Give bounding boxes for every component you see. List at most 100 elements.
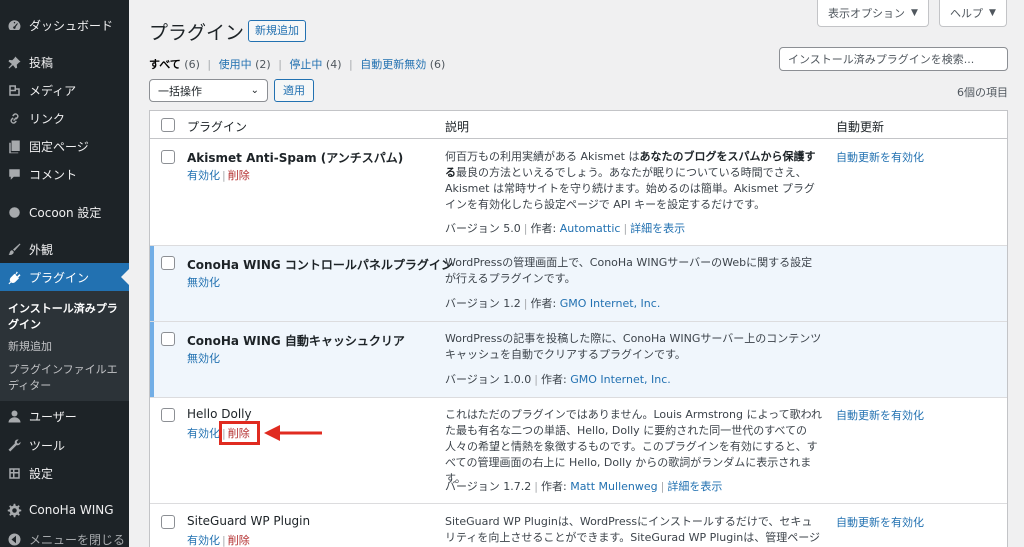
apply-button[interactable]: 適用 — [274, 79, 314, 102]
row-checkbox[interactable] — [161, 332, 175, 346]
description-text: 最良の方法といえるでしょう。あなたが眠りについている時間でさえ、Akismet … — [445, 166, 815, 211]
row-checkbox[interactable] — [161, 150, 175, 164]
activate-link[interactable]: 有効化 — [187, 534, 220, 547]
caret-down-icon: ▼ — [911, 8, 918, 18]
submenu-plugin-editor[interactable]: プラグインファイルエディター — [8, 362, 124, 394]
plugins-table: プラグイン 説明 自動更新 Akismet Anti-Spam (アンチスパム)… — [149, 110, 1008, 547]
plugin-description: WordPressの記事を投稿した際に、ConoHa WINGサーバー上のコンテ… — [445, 332, 822, 361]
pin-icon — [6, 54, 22, 70]
row-checkbox[interactable] — [161, 515, 175, 529]
menu-appearance[interactable]: 外観 — [0, 235, 129, 263]
details-link[interactable]: 詳細を表示 — [630, 222, 685, 235]
menu-label: Cocoon 設定 — [29, 205, 102, 220]
add-new-button[interactable]: 新規追加 — [248, 20, 306, 42]
settings-icon — [6, 465, 22, 481]
menu-label: 投稿 — [29, 55, 54, 70]
admin-sidebar: ダッシュボード 投稿 メディア リンク 固定ページ コメント Cocoon 設定… — [0, 0, 129, 547]
menu-label: メディア — [29, 83, 77, 98]
separator: | — [523, 222, 528, 235]
deactivate-link[interactable]: 無効化 — [187, 352, 220, 365]
wrench-icon — [6, 437, 22, 453]
details-link[interactable]: 詳細を表示 — [667, 480, 722, 493]
author-label: 作者: — [530, 222, 557, 235]
help-button[interactable]: ヘルプ ▼ — [939, 0, 1007, 27]
menu-settings[interactable]: 設定 — [0, 459, 129, 487]
menu-label: リンク — [29, 111, 66, 126]
separator: | — [222, 169, 226, 182]
table-header: プラグイン 説明 自動更新 — [150, 111, 1007, 139]
collapse-icon — [6, 531, 22, 547]
author-label: 作者: — [540, 373, 567, 386]
deactivate-link[interactable]: 無効化 — [187, 276, 220, 289]
user-icon — [6, 408, 22, 424]
row-actions: 無効化 — [187, 350, 220, 366]
separator: | — [623, 222, 628, 235]
menu-comments[interactable]: コメント — [0, 160, 129, 188]
submenu-installed-plugins[interactable]: インストール済みプラグイン — [8, 301, 124, 333]
menu-posts[interactable]: 投稿 — [0, 48, 129, 76]
bulk-action-select[interactable]: 一括操作 ⌄ — [149, 79, 268, 102]
filter-all[interactable]: すべて — [149, 58, 181, 71]
menu-label: ユーザー — [29, 409, 77, 424]
plugin-version: バージョン 1.2 — [445, 297, 521, 310]
plugin-name: Akismet Anti-Spam (アンチスパム) — [187, 151, 404, 165]
plugin-search-input[interactable] — [779, 47, 1008, 71]
activate-link[interactable]: 有効化 — [187, 427, 220, 440]
table-row: ConoHa WING コントロールパネルプラグイン 無効化 WordPress… — [150, 246, 1007, 322]
filter-active-count: (2) — [255, 58, 271, 71]
menu-media[interactable]: メディア — [0, 76, 129, 104]
menu-links[interactable]: リンク — [0, 104, 129, 132]
row-checkbox[interactable] — [161, 256, 175, 270]
separator: | — [534, 480, 538, 493]
row-checkbox[interactable] — [161, 408, 175, 422]
filter-inactive[interactable]: 停止中 — [289, 58, 322, 71]
enable-auto-update-link[interactable]: 自動更新を有効化 — [836, 407, 924, 423]
author-label: 作者: — [540, 480, 567, 493]
plugin-meta: バージョン 1.7.2 | 作者: Matt Mullenweg | 詳細を表示 — [445, 478, 722, 494]
row-actions: 有効化 | 削除 — [187, 532, 250, 547]
screen-options-button[interactable]: 表示オプション ▼ — [817, 0, 929, 27]
column-description: 説明 — [445, 120, 470, 134]
brush-icon — [6, 241, 22, 257]
menu-label: コメント — [29, 167, 78, 182]
plugin-meta: バージョン 5.0 | 作者: Automattic | 詳細を表示 — [445, 220, 685, 236]
select-all-checkbox[interactable] — [161, 118, 175, 132]
submenu-add-new[interactable]: 新規追加 — [8, 339, 124, 355]
comment-icon — [6, 166, 22, 182]
plugins-submenu: インストール済みプラグイン 新規追加 プラグインファイルエディター — [0, 291, 129, 401]
menu-users[interactable]: ユーザー — [0, 402, 129, 430]
separator: | — [349, 58, 353, 71]
menu-dashboard[interactable]: ダッシュボード — [0, 11, 129, 39]
menu-label: 設定 — [29, 466, 54, 481]
menu-label: 固定ページ — [29, 139, 89, 154]
delete-link[interactable]: 削除 — [228, 169, 250, 182]
activate-link[interactable]: 有効化 — [187, 169, 220, 182]
menu-label: プラグイン — [29, 270, 90, 285]
filter-auto-update-disabled[interactable]: 自動更新無効 — [360, 58, 426, 71]
author-link[interactable]: Matt Mullenweg — [570, 480, 657, 493]
page-icon — [6, 138, 22, 154]
menu-tools[interactable]: ツール — [0, 431, 129, 459]
delete-link[interactable]: 削除 — [228, 534, 250, 547]
menu-label: メニューを閉じる — [29, 532, 126, 547]
author-link[interactable]: GMO Internet, Inc. — [570, 373, 671, 386]
menu-plugins[interactable]: プラグイン — [0, 263, 129, 291]
author-label: 作者: — [530, 297, 557, 310]
menu-collapse[interactable]: メニューを閉じる — [0, 525, 129, 547]
filter-active[interactable]: 使用中 — [219, 58, 252, 71]
menu-cocoon[interactable]: Cocoon 設定 — [0, 198, 129, 226]
menu-conoha-wing[interactable]: ConoHa WING — [0, 496, 129, 524]
author-link[interactable]: GMO Internet, Inc. — [560, 297, 661, 310]
separator: | — [278, 58, 282, 71]
plugin-description: WordPressの管理画面上で、ConoHa WINGサーバーのWebに関する… — [445, 256, 813, 285]
plugin-name: SiteGuard WP Plugin — [187, 514, 311, 528]
table-row: SiteGuard WP Plugin 有効化 | 削除 SiteGuard WP … — [150, 504, 1007, 547]
chevron-down-icon: ⌄ — [250, 85, 259, 96]
menu-pages[interactable]: 固定ページ — [0, 132, 129, 160]
author-link[interactable]: Automattic — [560, 222, 621, 235]
menu-label: ツール — [29, 438, 66, 453]
separator: | — [660, 480, 665, 493]
enable-auto-update-link[interactable]: 自動更新を有効化 — [836, 514, 924, 530]
table-row: Akismet Anti-Spam (アンチスパム) 有効化 | 削除 何百万もの利… — [150, 140, 1007, 246]
enable-auto-update-link[interactable]: 自動更新を有効化 — [836, 149, 924, 165]
